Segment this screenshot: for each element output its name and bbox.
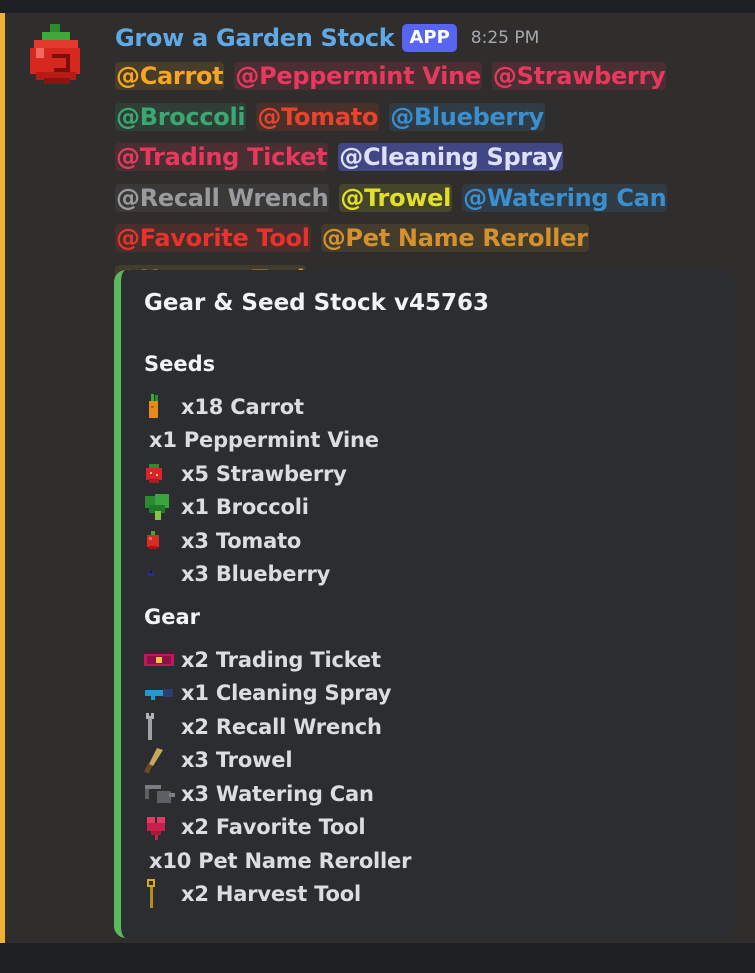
role-mention[interactable]: @Watering Can: [462, 183, 668, 212]
stock-embed: Gear & Seed Stock v45763 Seeds x18 Carro…: [114, 270, 734, 938]
role-mention[interactable]: @Peppermint Vine: [234, 62, 482, 90]
list-item: x3 Tomato: [143, 524, 301, 557]
tomato-icon: [143, 527, 181, 555]
role-mention[interactable]: @Strawberry: [491, 62, 667, 90]
role-mention[interactable]: @Broccoli: [115, 102, 247, 131]
item-label: x1 Peppermint Vine: [149, 428, 379, 452]
role-mention[interactable]: @Trading Ticket: [115, 143, 329, 171]
bottom-strip: [0, 943, 755, 973]
list-item: x2 Harvest Tool: [143, 878, 361, 911]
list-item: x1 Peppermint Vine: [149, 424, 379, 457]
seeds-heading: Seeds: [144, 352, 216, 376]
item-label: x1 Cleaning Spray: [181, 681, 392, 705]
role-mention[interactable]: @Tomato: [256, 102, 380, 131]
item-label: x3 Tomato: [181, 528, 302, 553]
trowel-icon: [143, 746, 181, 774]
app-badge: APP: [402, 24, 457, 52]
list-item: x2 Recall Wrench: [143, 710, 382, 743]
timestamp[interactable]: 8:25 PM: [471, 28, 540, 48]
role-mention[interactable]: @Trowel: [339, 183, 453, 212]
item-label: x2 Harvest Tool: [181, 882, 361, 906]
list-item: x1 Broccoli: [143, 491, 309, 524]
item-label: x3 Trowel: [181, 748, 293, 772]
carrot-icon: [143, 393, 181, 421]
item-label: x2 Recall Wrench: [181, 714, 382, 739]
list-item: x3 Watering Can: [143, 777, 374, 810]
role-mention[interactable]: @Cleaning Spray: [338, 143, 564, 171]
red-pepper-icon: [30, 24, 80, 84]
wrench-icon: [143, 711, 181, 741]
role-mentions: @Carrot @Peppermint Vine @Strawberry @Br…: [115, 56, 745, 299]
blueberry-icon: [143, 560, 181, 588]
gear-heading: Gear: [144, 605, 201, 629]
list-item: x18 Carrot: [143, 390, 304, 423]
embed-title: Gear & Seed Stock v45763: [144, 290, 489, 316]
list-item: x5 Strawberry: [143, 457, 347, 490]
list-item: x3 Trowel: [143, 744, 293, 777]
spray-icon: [143, 679, 181, 707]
role-mention[interactable]: @Pet Name Reroller: [320, 224, 589, 252]
broccoli-icon: [143, 493, 181, 521]
strawberry-icon: [143, 460, 181, 488]
list-item: x2 Favorite Tool: [143, 811, 366, 844]
item-label: x18 Carrot: [181, 394, 304, 419]
harvest-tool-icon: [143, 879, 181, 908]
message-header: Grow a Garden Stock APP 8:25 PM: [115, 22, 539, 54]
watering-can-icon: [143, 780, 181, 808]
avatar[interactable]: [26, 22, 86, 88]
author-name[interactable]: Grow a Garden Stock: [115, 24, 395, 52]
item-label: x2 Favorite Tool: [181, 815, 366, 839]
item-label: x3 Watering Can: [181, 781, 374, 806]
top-strip: [0, 0, 755, 13]
message-highlight-bar: [0, 13, 5, 943]
role-mention[interactable]: @Carrot: [115, 62, 225, 90]
list-item: x2 Trading Ticket: [143, 643, 381, 676]
item-label: x5 Strawberry: [181, 461, 347, 486]
item-label: x1 Broccoli: [181, 495, 309, 519]
role-mention[interactable]: @Favorite Tool: [115, 224, 311, 252]
role-mention[interactable]: @Blueberry: [389, 102, 545, 131]
role-mention[interactable]: @Recall Wrench: [115, 183, 330, 212]
ticket-icon: [143, 646, 181, 674]
item-label: x10 Pet Name Reroller: [149, 848, 412, 873]
item-label: x3 Blueberry: [181, 562, 331, 586]
heart-tool-icon: [143, 813, 181, 841]
item-label: x2 Trading Ticket: [181, 647, 381, 672]
list-item: x1 Cleaning Spray: [143, 677, 391, 710]
list-item: x3 Blueberry: [143, 558, 330, 591]
list-item: x10 Pet Name Reroller: [149, 844, 411, 877]
